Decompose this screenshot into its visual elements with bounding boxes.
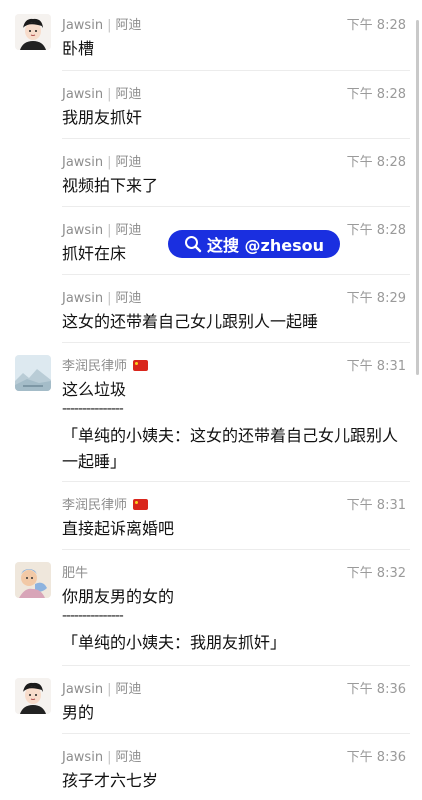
divider <box>62 733 410 734</box>
comment-time: 下午 8:28 <box>346 18 406 33</box>
person-avatar-icon <box>15 678 51 714</box>
quote-divider: --------------- <box>62 608 124 624</box>
comment-time: 下午 8:32 <box>346 566 406 581</box>
avatar[interactable] <box>15 355 51 391</box>
comment-time: 下午 8:36 <box>346 682 406 697</box>
comment-time: 下午 8:28 <box>346 87 406 102</box>
commenter-name[interactable]: Jawsin | 阿迪 <box>62 14 141 33</box>
avatar[interactable] <box>15 14 51 50</box>
comment-text: 男的 <box>62 703 95 722</box>
commenter-name[interactable]: Jawsin | 阿迪 <box>62 151 141 170</box>
quote-divider: --------------- <box>62 401 124 417</box>
commenter-name[interactable]: 肥牛 <box>62 562 88 581</box>
comment-text: 孩子才六七岁 <box>62 771 159 790</box>
flag-icon <box>133 499 149 510</box>
comment-time: 下午 8:36 <box>346 750 406 765</box>
commenter-name[interactable]: Jawsin | 阿迪 <box>62 219 141 238</box>
divider <box>62 274 410 275</box>
watermark-text: 这搜 @zhesou <box>206 236 325 255</box>
comment-text: 这么垃圾 <box>62 380 127 399</box>
comment-text: 我朋友抓奸 <box>62 108 143 127</box>
search-icon <box>184 236 202 253</box>
commenter-name[interactable]: Jawsin | 阿迪 <box>62 746 141 765</box>
comment-text: 你朋友男的女的 <box>62 587 175 606</box>
avatar[interactable] <box>15 678 51 714</box>
comment-time: 下午 8:31 <box>346 498 406 513</box>
quoted-reply[interactable]: 「单纯的小姨夫：这女的还带着自己女儿跟别人一起睡」 <box>62 423 408 475</box>
commenter-name[interactable]: 李润民律师 <box>62 355 149 374</box>
commenter-name[interactable]: Jawsin | 阿迪 <box>62 83 141 102</box>
watermark-badge: 这搜 @zhesou <box>168 230 340 258</box>
divider <box>62 342 410 343</box>
comment-text: 这女的还带着自己女儿跟别人一起睡 <box>62 312 319 331</box>
commenter-name[interactable]: 李润民律师 <box>62 494 149 513</box>
person-avatar-icon <box>15 14 51 50</box>
divider <box>62 206 410 207</box>
avatar[interactable] <box>15 562 51 598</box>
quoted-reply[interactable]: 「单纯的小姨夫：我朋友抓奸」 <box>62 630 408 656</box>
divider <box>62 70 410 71</box>
comment-time: 下午 8:28 <box>346 223 406 238</box>
comment-time: 下午 8:31 <box>346 359 406 374</box>
comment-time: 下午 8:28 <box>346 155 406 170</box>
divider <box>62 481 410 482</box>
divider <box>62 549 410 550</box>
divider <box>62 665 410 666</box>
commenter-name[interactable]: Jawsin | 阿迪 <box>62 287 141 306</box>
landscape-avatar-icon <box>15 355 51 391</box>
commenter-name[interactable]: Jawsin | 阿迪 <box>62 678 141 697</box>
cartoon-avatar-icon <box>15 562 51 598</box>
flag-icon <box>133 360 149 371</box>
comment-text: 直接起诉离婚吧 <box>62 519 175 538</box>
divider <box>62 138 410 139</box>
comment-text: 视频拍下来了 <box>62 176 159 195</box>
comment-time: 下午 8:29 <box>346 291 406 306</box>
scrollbar[interactable] <box>416 20 419 375</box>
comment-text: 卧槽 <box>62 39 95 58</box>
